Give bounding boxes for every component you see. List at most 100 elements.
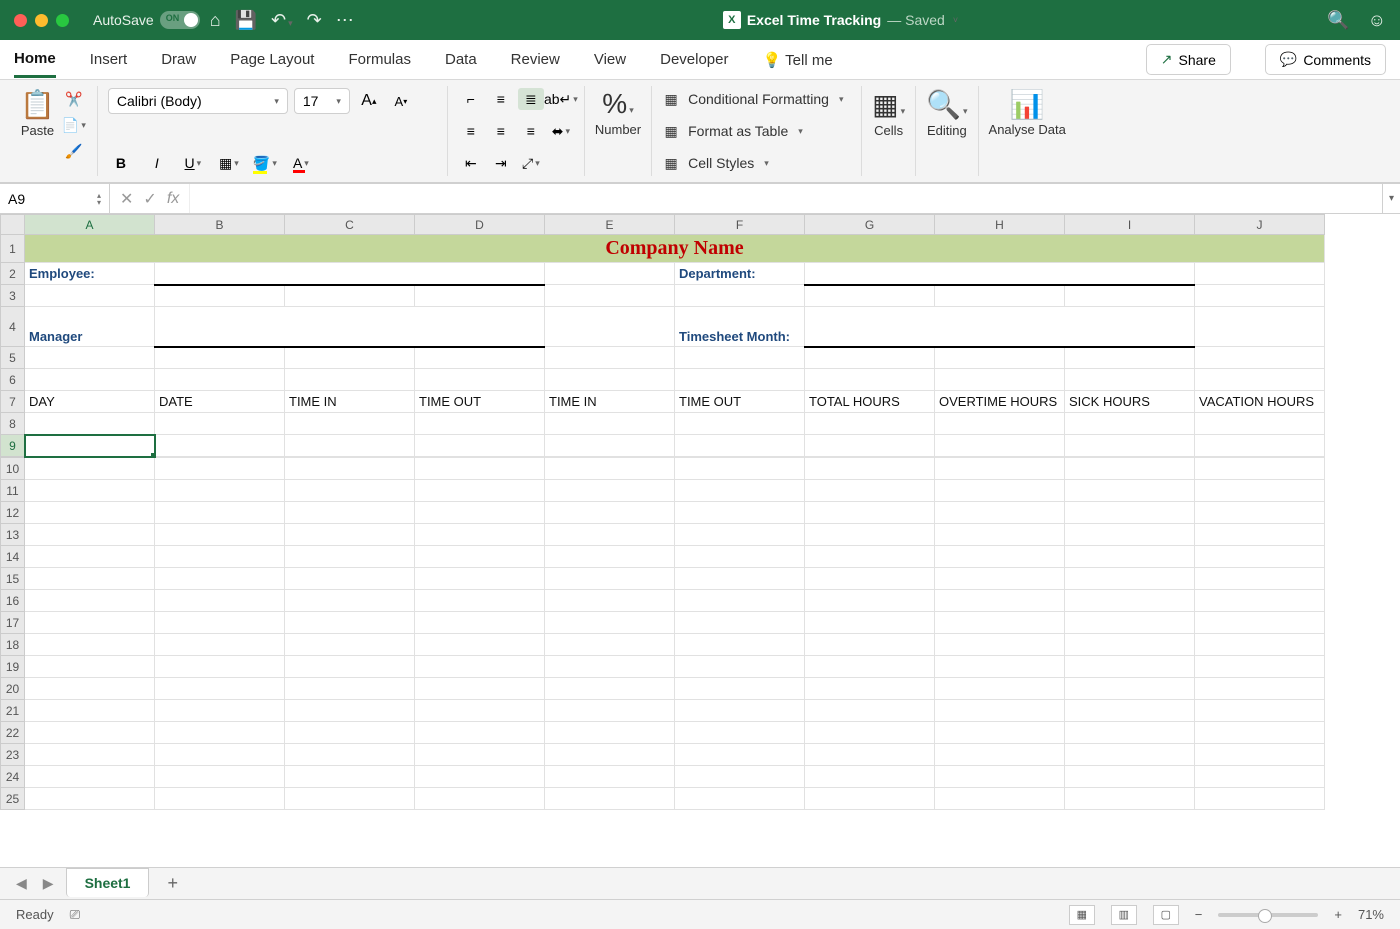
cell[interactable]	[545, 524, 675, 546]
cell[interactable]	[675, 347, 805, 369]
cell[interactable]	[675, 480, 805, 502]
cell[interactable]	[935, 502, 1065, 524]
cell[interactable]: Department:	[675, 263, 805, 285]
cell[interactable]	[675, 700, 805, 722]
cell[interactable]	[805, 788, 935, 810]
cell[interactable]	[1195, 590, 1325, 612]
underline-button[interactable]: U▾	[180, 152, 206, 174]
cell[interactable]	[155, 656, 285, 678]
cell[interactable]	[25, 458, 155, 480]
cell[interactable]	[935, 369, 1065, 391]
prev-sheet-button[interactable]: ◀	[12, 875, 31, 892]
undo-icon[interactable]: ↶▾	[271, 10, 293, 31]
name-box[interactable]: A9 ▴▾	[0, 184, 110, 213]
cell[interactable]	[805, 656, 935, 678]
cell[interactable]	[415, 722, 545, 744]
cell[interactable]	[155, 413, 285, 435]
cell[interactable]	[155, 568, 285, 590]
cell[interactable]	[415, 766, 545, 788]
cell[interactable]	[805, 568, 935, 590]
cell[interactable]	[545, 678, 675, 700]
cell[interactable]	[805, 307, 1195, 347]
cells-button[interactable]: ▦▾ Cells	[872, 88, 905, 138]
cell[interactable]	[675, 568, 805, 590]
font-size-select[interactable]: 17▾	[294, 88, 350, 114]
cell-company-name[interactable]: Company Name	[25, 235, 1325, 263]
cell[interactable]	[805, 263, 1195, 285]
cell[interactable]	[155, 546, 285, 568]
wrap-text-button[interactable]: ab↵▾	[548, 88, 574, 110]
cell[interactable]	[415, 480, 545, 502]
cell[interactable]	[545, 435, 675, 457]
cell[interactable]	[25, 502, 155, 524]
cell[interactable]	[1065, 413, 1195, 435]
cell[interactable]	[675, 458, 805, 480]
cell[interactable]	[155, 612, 285, 634]
cell[interactable]	[415, 700, 545, 722]
cell[interactable]	[285, 369, 415, 391]
cell[interactable]	[675, 634, 805, 656]
cell[interactable]	[545, 347, 675, 369]
cell[interactable]	[935, 413, 1065, 435]
row-header[interactable]: 9	[1, 435, 25, 457]
cell[interactable]: TIME OUT	[415, 391, 545, 413]
cell[interactable]	[675, 788, 805, 810]
editing-button[interactable]: 🔍▾ Editing	[926, 88, 967, 138]
cell[interactable]	[935, 788, 1065, 810]
row-header[interactable]: 8	[1, 413, 25, 435]
cell[interactable]	[1065, 502, 1195, 524]
fx-button[interactable]: fx	[167, 190, 179, 208]
row-header[interactable]: 11	[1, 480, 25, 502]
row-header[interactable]: 6	[1, 369, 25, 391]
cell[interactable]: TIME IN	[545, 391, 675, 413]
cell[interactable]	[155, 263, 545, 285]
cell[interactable]	[285, 413, 415, 435]
cell[interactable]	[285, 568, 415, 590]
tab-insert[interactable]: Insert	[90, 43, 128, 76]
cell[interactable]: DAY	[25, 391, 155, 413]
cell[interactable]	[675, 678, 805, 700]
tab-developer[interactable]: Developer	[660, 43, 728, 76]
cell[interactable]	[545, 263, 675, 285]
cell[interactable]	[285, 285, 415, 307]
cell[interactable]	[1065, 744, 1195, 766]
cell[interactable]	[415, 634, 545, 656]
cell[interactable]	[155, 634, 285, 656]
analyse-data-button[interactable]: 📊 Analyse Data	[989, 88, 1066, 137]
cell[interactable]	[675, 722, 805, 744]
cell[interactable]	[805, 435, 935, 457]
cell[interactable]	[155, 458, 285, 480]
cell[interactable]	[805, 546, 935, 568]
row-header[interactable]: 20	[1, 678, 25, 700]
cell[interactable]	[1195, 634, 1325, 656]
cell[interactable]	[935, 656, 1065, 678]
cell[interactable]	[935, 700, 1065, 722]
cell[interactable]	[155, 502, 285, 524]
col-header-B[interactable]: B	[155, 215, 285, 235]
conditional-formatting-button[interactable]: ▦Conditional Formatting▾	[662, 88, 851, 110]
cell[interactable]	[545, 458, 675, 480]
cell[interactable]	[1065, 722, 1195, 744]
cell[interactable]	[675, 546, 805, 568]
row-header[interactable]: 2	[1, 263, 25, 285]
cell[interactable]	[415, 678, 545, 700]
next-sheet-button[interactable]: ▶	[39, 875, 58, 892]
cell[interactable]: Employee:	[25, 263, 155, 285]
col-header-F[interactable]: F	[675, 215, 805, 235]
cell[interactable]	[675, 612, 805, 634]
tab-tell-me[interactable]: 💡Tell me	[762, 43, 832, 77]
cell[interactable]	[415, 568, 545, 590]
cell[interactable]	[415, 413, 545, 435]
cell[interactable]	[285, 347, 415, 369]
cell[interactable]	[415, 612, 545, 634]
cell[interactable]	[155, 480, 285, 502]
col-header-A[interactable]: A	[25, 215, 155, 235]
add-sheet-button[interactable]: +	[157, 873, 188, 894]
cell-A9-selected[interactable]	[25, 435, 155, 457]
cell[interactable]	[25, 568, 155, 590]
cell[interactable]	[805, 744, 935, 766]
cell[interactable]	[675, 524, 805, 546]
orientation-button[interactable]: ⤢▾	[518, 152, 544, 174]
cell[interactable]	[25, 722, 155, 744]
row-header[interactable]: 15	[1, 568, 25, 590]
